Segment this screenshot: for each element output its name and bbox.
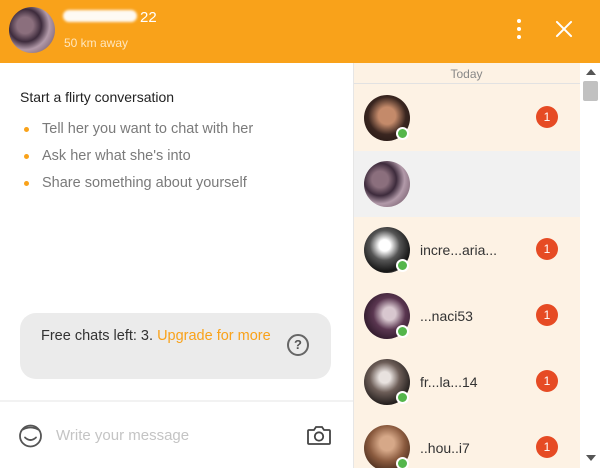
avatar — [364, 161, 410, 207]
tip-item: Tell her you want to chat with her — [24, 121, 253, 148]
message-input[interactable] — [56, 420, 286, 450]
conversation-name: ...naci53 — [420, 308, 473, 324]
unread-badge: 1 — [536, 238, 558, 260]
scroll-down-arrow-icon[interactable] — [586, 455, 596, 461]
online-indicator — [396, 391, 409, 404]
composer-divider — [0, 400, 353, 402]
scroll-up-arrow-icon[interactable] — [586, 69, 596, 75]
conversation-item[interactable] — [354, 151, 580, 217]
unread-badge: 1 — [536, 304, 558, 326]
scroll-thumb[interactable] — [583, 81, 598, 101]
unread-badge: 1 — [536, 106, 558, 128]
conversation-item[interactable]: ...naci53 1 — [354, 283, 580, 349]
tips-list: Tell her you want to chat with her Ask h… — [24, 121, 253, 202]
online-indicator — [396, 325, 409, 338]
chat-header: 22 50 km away — [0, 0, 600, 63]
section-divider — [354, 83, 580, 84]
conversation-list: Today 1 incre...aria... 1 ...naci53 1 fr… — [353, 63, 600, 468]
conversation-name: ..hou..i7 — [420, 440, 470, 456]
section-label-today: Today — [450, 67, 483, 81]
conversation-name: incre...aria... — [420, 242, 498, 258]
online-indicator — [396, 259, 409, 272]
close-icon[interactable] — [553, 18, 575, 40]
user-age: 22 — [140, 9, 157, 26]
free-chats-count: Free chats left: 3. — [41, 328, 154, 344]
tip-item: Share something about yourself — [24, 175, 253, 202]
free-chats-text: Free chats left: 3. Upgrade for more — [41, 325, 281, 347]
unread-badge: 1 — [536, 436, 558, 458]
conversation-panel: Start a flirty conversation Tell her you… — [0, 63, 353, 468]
emoji-icon[interactable] — [18, 423, 43, 448]
conversation-item[interactable]: 1 — [354, 85, 580, 151]
help-icon[interactable]: ? — [287, 334, 309, 356]
camera-icon[interactable] — [306, 423, 332, 447]
online-indicator — [396, 457, 409, 468]
online-indicator — [396, 127, 409, 140]
conversation-scrollbar[interactable] — [580, 63, 600, 468]
conversation-prompt-title: Start a flirty conversation — [20, 89, 175, 105]
user-avatar[interactable] — [9, 7, 55, 53]
free-chats-banner: Free chats left: 3. Upgrade for more ? — [20, 313, 331, 379]
upgrade-link[interactable]: Upgrade for more — [157, 328, 271, 344]
more-vertical-icon[interactable] — [509, 15, 529, 43]
conversation-item[interactable]: ..hou..i7 1 — [354, 415, 580, 468]
tip-item: Ask her what she's into — [24, 148, 253, 175]
user-distance: 50 km away — [64, 36, 129, 50]
user-name-redacted — [63, 10, 137, 22]
unread-badge: 1 — [536, 370, 558, 392]
conversation-item[interactable]: incre...aria... 1 — [354, 217, 580, 283]
conversation-name: fr...la...14 — [420, 374, 478, 390]
conversation-item[interactable]: fr...la...14 1 — [354, 349, 580, 415]
